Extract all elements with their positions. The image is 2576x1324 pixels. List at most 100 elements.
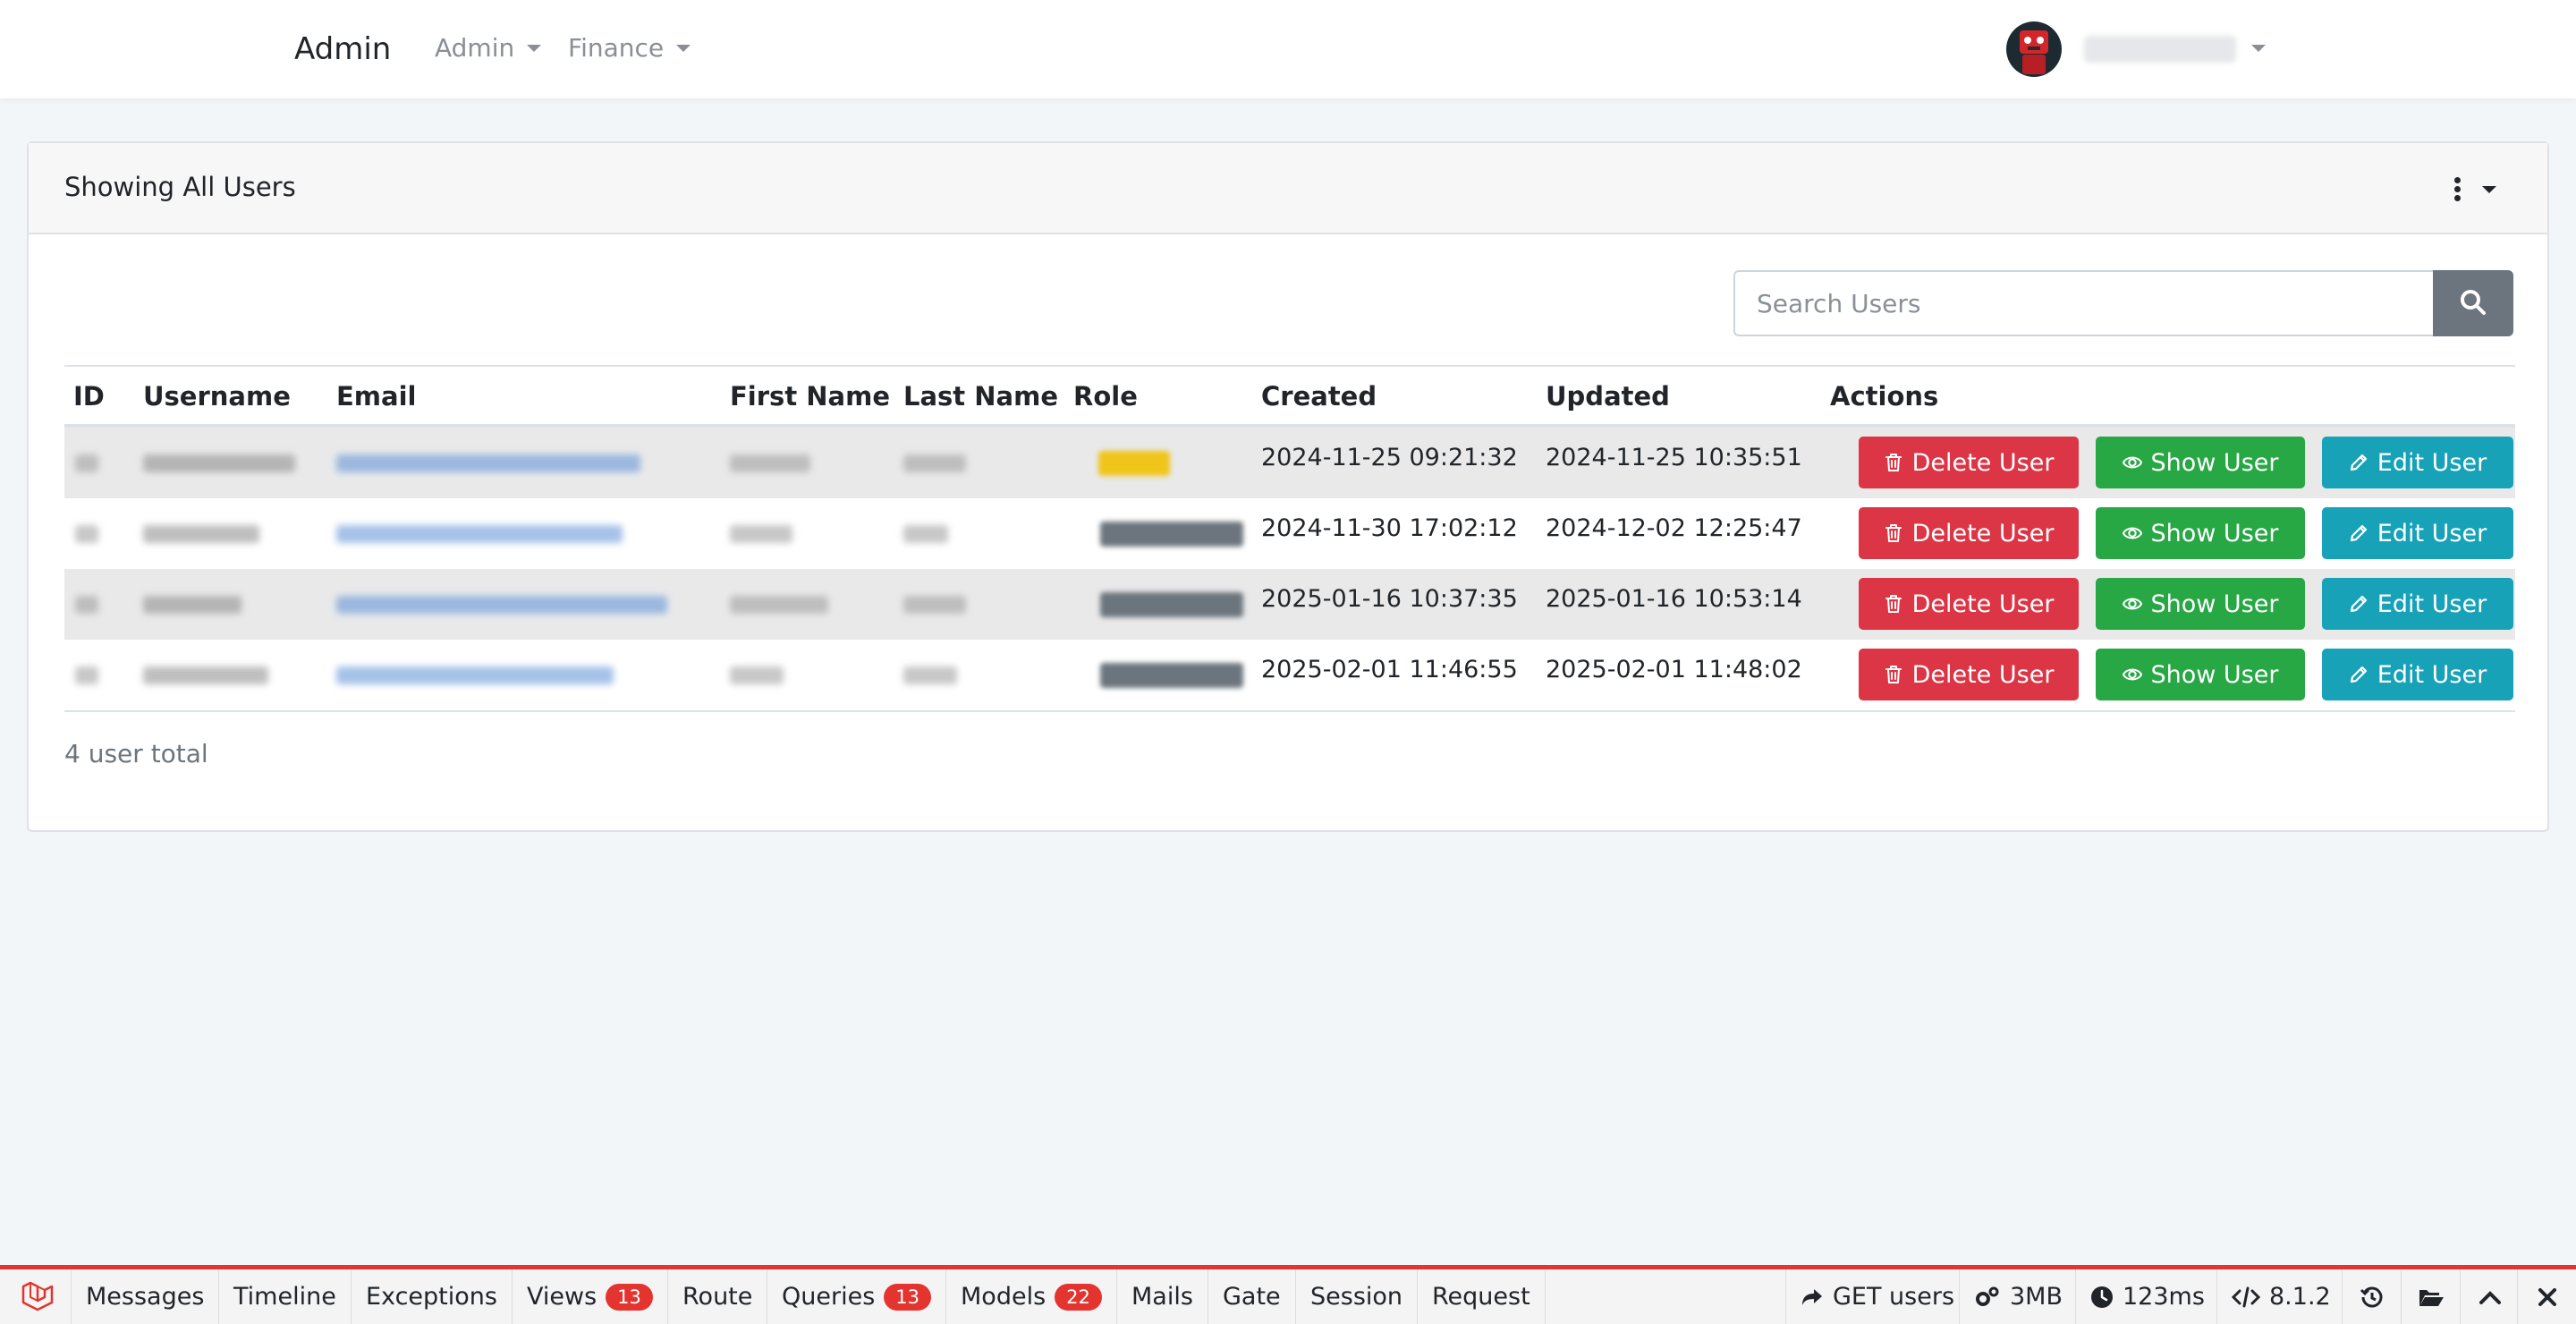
- users-card: Showing All Users ID Username Email Firs…: [27, 141, 2549, 832]
- chevron-down-icon[interactable]: [2482, 186, 2496, 193]
- admin-menu[interactable]: Admin: [435, 30, 542, 66]
- user-total: 4 user total: [64, 739, 208, 768]
- debug-request[interactable]: GET users: [1785, 1269, 1969, 1324]
- user-avatar[interactable]: [2006, 21, 2062, 77]
- debug-tab-mails[interactable]: Mails: [1117, 1269, 1208, 1324]
- edit-user-button[interactable]: Edit User: [2322, 649, 2513, 700]
- debug-php-version[interactable]: 8.1.2: [2216, 1269, 2345, 1324]
- show-user-button-label: Show User: [2150, 660, 2279, 689]
- role-badge: [1100, 663, 1243, 688]
- redacted-cell: [730, 666, 784, 684]
- debug-tab-messages[interactable]: Messages: [72, 1269, 220, 1324]
- col-created: Created: [1261, 381, 1377, 412]
- delete-user-button-label: Delete User: [1911, 590, 2055, 618]
- created-cell: 2025-02-01 11:46:55: [1261, 656, 1518, 683]
- close-icon[interactable]: [2517, 1269, 2576, 1324]
- trash-icon: [1885, 666, 1902, 683]
- redacted-cell: [143, 666, 268, 684]
- col-id: ID: [73, 381, 105, 412]
- share-icon: [1802, 1288, 1822, 1305]
- count-badge: 13: [884, 1283, 931, 1311]
- show-user-button[interactable]: Show User: [2096, 437, 2305, 488]
- redacted-cell[interactable]: [336, 454, 640, 472]
- code-icon: [2232, 1286, 2260, 1307]
- table-body: 2024-11-25 09:21:32 2024-11-25 10:35:51 De…: [64, 428, 2515, 710]
- search-button[interactable]: [2433, 270, 2513, 336]
- robot-eye: [2024, 37, 2031, 44]
- user-menu-chevron-down-icon[interactable]: [2251, 45, 2266, 52]
- delete-user-button[interactable]: Delete User: [1859, 437, 2079, 488]
- more-options-icon[interactable]: [2453, 177, 2462, 204]
- debug-tab-exceptions[interactable]: Exceptions: [352, 1269, 513, 1324]
- redacted-cell[interactable]: [336, 666, 614, 684]
- debug-tab-session[interactable]: Session: [1296, 1269, 1419, 1324]
- debug-tab-label: Models: [961, 1283, 1046, 1311]
- count-badge: 13: [606, 1283, 653, 1311]
- show-user-button[interactable]: Show User: [2096, 507, 2305, 559]
- card-title: Showing All Users: [64, 172, 296, 202]
- redacted-cell: [903, 666, 957, 684]
- edit-user-button-label: Edit User: [2377, 660, 2487, 689]
- history-icon[interactable]: [2342, 1269, 2401, 1324]
- redacted-cell: [75, 666, 98, 684]
- table-header: ID Username Email First Name Last Name R…: [64, 365, 2515, 428]
- redacted-cell: [75, 596, 98, 614]
- show-user-button[interactable]: Show User: [2096, 578, 2305, 630]
- debug-tab-label: Request: [1432, 1283, 1530, 1311]
- redacted-cell[interactable]: [336, 525, 623, 543]
- delete-user-button[interactable]: Delete User: [1859, 578, 2079, 630]
- top-navbar: Admin Admin Finance: [0, 0, 2576, 98]
- robot-mouth: [2028, 47, 2040, 50]
- debug-tab-models[interactable]: Models 22: [946, 1269, 1117, 1324]
- clock-icon: [2091, 1286, 2113, 1308]
- robot-body: [2022, 55, 2046, 74]
- debug-php-label: 8.1.2: [2269, 1283, 2331, 1311]
- card-header: Showing All Users: [29, 143, 2547, 234]
- debug-tab-request[interactable]: Request: [1418, 1269, 1546, 1324]
- debug-tab-views[interactable]: Views 13: [513, 1269, 668, 1324]
- laravel-logo-icon[interactable]: [0, 1269, 72, 1324]
- debug-time[interactable]: 123ms: [2075, 1269, 2219, 1324]
- debug-tab-gate[interactable]: Gate: [1208, 1269, 1296, 1324]
- brand-link[interactable]: Admin: [294, 27, 391, 72]
- col-actions: Actions: [1830, 381, 1939, 412]
- edit-user-button[interactable]: Edit User: [2322, 578, 2513, 630]
- pencil-icon: [2350, 524, 2367, 542]
- eye-icon: [2122, 668, 2142, 681]
- updated-cell: 2024-11-25 10:35:51: [1546, 444, 1802, 471]
- redacted-cell: [75, 525, 98, 543]
- folder-open-icon[interactable]: [2401, 1269, 2460, 1324]
- show-user-button[interactable]: Show User: [2096, 649, 2305, 700]
- redacted-cell: [75, 454, 98, 472]
- created-cell: 2024-11-30 17:02:12: [1261, 514, 1518, 542]
- table-row: 2024-11-30 17:02:12 2024-12-02 12:25:47 De…: [64, 498, 2515, 569]
- role-badge: [1098, 451, 1170, 476]
- debug-tab-label: Session: [1310, 1283, 1403, 1311]
- edit-user-button[interactable]: Edit User: [2322, 437, 2513, 488]
- redacted-cell: [143, 596, 242, 614]
- updated-cell: 2024-12-02 12:25:47: [1546, 514, 1802, 542]
- redacted-cell[interactable]: [336, 596, 667, 614]
- debug-tab-queries[interactable]: Queries 13: [767, 1269, 946, 1324]
- debug-tab-label: Mails: [1131, 1283, 1193, 1311]
- cogs-icon: [1976, 1286, 1999, 1306]
- edit-user-button-label: Edit User: [2377, 519, 2487, 547]
- col-updated: Updated: [1546, 381, 1670, 412]
- debug-tab-label: Gate: [1223, 1283, 1281, 1311]
- delete-user-button[interactable]: Delete User: [1859, 507, 2079, 559]
- col-last-name: Last Name: [903, 381, 1058, 412]
- robot-eye: [2037, 37, 2044, 44]
- redacted-cell: [903, 596, 966, 614]
- debug-memory-label: 3MB: [2010, 1283, 2063, 1311]
- redacted-cell: [903, 454, 966, 472]
- delete-user-button-label: Delete User: [1911, 660, 2055, 689]
- debug-memory[interactable]: 3MB: [1959, 1269, 2077, 1324]
- debug-tab-timeline[interactable]: Timeline: [219, 1269, 352, 1324]
- delete-user-button[interactable]: Delete User: [1859, 649, 2079, 700]
- user-name-redacted[interactable]: [2084, 36, 2236, 63]
- debug-tab-route[interactable]: Route: [668, 1269, 768, 1324]
- chevron-up-icon[interactable]: [2460, 1269, 2519, 1324]
- search-users-input[interactable]: [1733, 270, 2433, 336]
- edit-user-button[interactable]: Edit User: [2322, 507, 2513, 559]
- finance-menu[interactable]: Finance: [568, 30, 691, 66]
